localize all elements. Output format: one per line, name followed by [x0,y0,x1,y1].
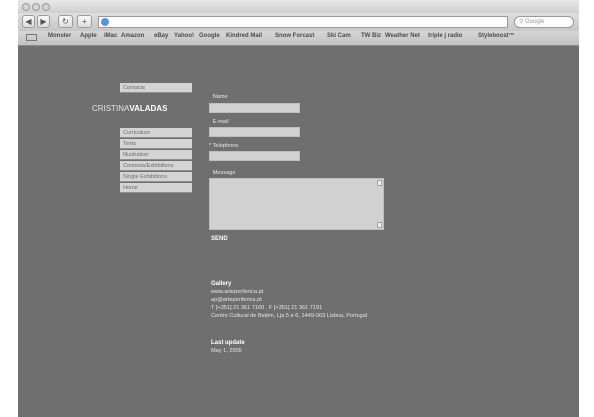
message-label: * Message [209,170,236,176]
menu-item-home[interactable]: Home [120,183,192,193]
bookmark-item[interactable]: Amazon [121,33,144,39]
menu-item-single-exhibitions[interactable]: Single Exhibitions [120,172,192,182]
menu-item-illustration[interactable]: Illustration [120,150,192,160]
bookmark-item[interactable]: iMac [104,33,117,39]
bookmark-item[interactable]: Google [199,33,220,39]
bookmark-item[interactable]: TW Biz [361,33,381,39]
zoom-window-button[interactable] [42,3,50,11]
bookmark-item[interactable]: Snow Forcast [275,33,314,39]
bookmark-item[interactable]: Styleboost™ [478,33,515,39]
minimize-window-button[interactable] [32,3,40,11]
bookmarks-bar: Monster Apple iMac Amazon eBay Yahoo! Go… [18,31,579,46]
forward-button[interactable]: ▶ [37,15,50,28]
email-field[interactable] [209,127,300,137]
plus-icon: + [82,17,87,26]
gallery-website-link[interactable]: www.arteperiferica.pt [211,289,263,295]
reload-button[interactable]: ↻ [58,15,73,28]
scroll-up-icon[interactable] [377,180,382,186]
back-button[interactable]: ◀ [22,15,35,28]
last-update-date: May 1, 2005 [211,348,242,354]
menu-item-curriculum[interactable]: Curriculum [120,128,192,138]
brand-first-name: CRISTINA [92,104,130,113]
bookmark-item[interactable]: Yahoo! [174,33,194,39]
gallery-address: Centro Cultural de Belém, Lja 5 e 6, 144… [211,313,368,319]
menu-item-contests-exhibitions[interactable]: Contests/Exhibitions [120,161,192,171]
telephone-label: * Telephone [209,143,239,149]
scroll-down-icon[interactable] [377,222,382,228]
bookmark-item[interactable]: Weather Net [385,33,420,39]
gallery-email-link[interactable]: ap@arteperiferica.pt [211,297,262,303]
menu-item-texts[interactable]: Texts [120,139,192,149]
name-label: * Name [209,94,228,100]
bookmark-item[interactable]: Ski Cam [327,33,351,39]
bookmark-item[interactable]: Monster [48,33,71,39]
reload-icon: ↻ [62,17,69,26]
browser-toolbar: ◀ ▶ ↻ + ⚲ Google [18,13,579,31]
bookmark-item[interactable]: Apple [80,33,97,39]
brand-last-name: VALADAS [129,104,168,113]
bookmarks-book-icon[interactable] [26,34,37,41]
gallery-heading: Gallery [211,281,232,287]
back-arrow-icon: ◀ [25,17,32,26]
title-bar [18,0,579,14]
globe-icon [101,18,109,26]
add-bookmark-button[interactable]: + [77,15,92,28]
bookmark-item[interactable]: Kindred Mail [226,33,262,39]
search-placeholder: Google [525,19,545,25]
forward-arrow-icon: ▶ [40,17,47,26]
address-bar[interactable] [98,16,508,28]
message-textarea[interactable] [209,178,384,230]
email-label: * E-mail [209,119,229,125]
name-field[interactable] [209,103,300,113]
contacts-button[interactable]: Contacts [120,83,192,93]
search-field[interactable]: ⚲ Google [514,16,574,28]
bookmark-item[interactable]: eBay [154,33,168,39]
bookmark-item[interactable]: triple j radio [428,33,462,39]
send-button[interactable]: SEND [211,236,228,242]
search-icon: ⚲ [519,19,524,25]
telephone-field[interactable] [209,151,300,161]
gallery-phone: T [+351] 21 361 7100 . F [+351] 21 361 7… [211,305,323,311]
browser-window: ◀ ▶ ↻ + ⚲ Google Monster Apple iMac Amaz… [18,0,579,417]
last-update-heading: Last update [211,340,245,346]
site-logo[interactable]: CRISTINAVALADAS [92,104,167,113]
close-window-button[interactable] [22,3,30,11]
